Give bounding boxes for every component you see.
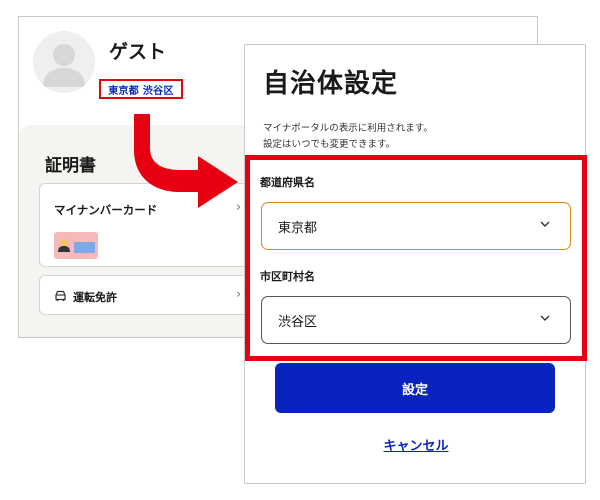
prefecture-value: 東京都 — [278, 220, 318, 236]
prefecture-label: 都道府県名 — [260, 176, 315, 189]
certificates-title: 証明書 — [45, 156, 96, 176]
prefecture-select[interactable]: 東京都 — [261, 202, 571, 250]
chevron-right-icon: › — [236, 287, 242, 302]
submit-button[interactable]: 設定 — [275, 363, 555, 413]
dialog-title: 自治体設定 — [263, 69, 399, 99]
cancel-link[interactable]: キャンセル — [245, 435, 587, 454]
region-link[interactable]: 東京都 渋谷区 — [99, 79, 183, 99]
municipality-value: 渋谷区 — [278, 314, 318, 330]
screenshot-stage: ゲスト 東京都 渋谷区 証明書 マイナンバーカード › 運転免許 › 自治体設定… — [0, 0, 600, 500]
user-name: ゲスト — [109, 41, 167, 63]
certificate-item-license[interactable]: 運転免許 › — [39, 275, 269, 315]
id-card-icon — [54, 232, 98, 259]
description-line: マイナポータルの表示に利用されます。 — [263, 123, 433, 134]
chevron-down-icon — [540, 221, 550, 227]
municipality-select[interactable]: 渋谷区 — [261, 296, 571, 344]
municipality-label: 市区町村名 — [260, 270, 315, 283]
certificate-item-label: 運転免許 — [73, 291, 117, 304]
municipality-settings-dialog: 自治体設定 マイナポータルの表示に利用されます。 設定はいつでも変更できます。 … — [244, 44, 587, 484]
avatar — [33, 31, 95, 93]
description-line: 設定はいつでも変更できます。 — [263, 139, 396, 150]
car-icon — [55, 290, 66, 302]
highlight-frame: 都道府県名 東京都 市区町村名 渋谷区 — [245, 155, 587, 361]
pointer-arrow-icon — [134, 114, 238, 208]
dialog-description: マイナポータルの表示に利用されます。 設定はいつでも変更できます。 — [263, 121, 433, 153]
chevron-down-icon — [540, 315, 550, 321]
